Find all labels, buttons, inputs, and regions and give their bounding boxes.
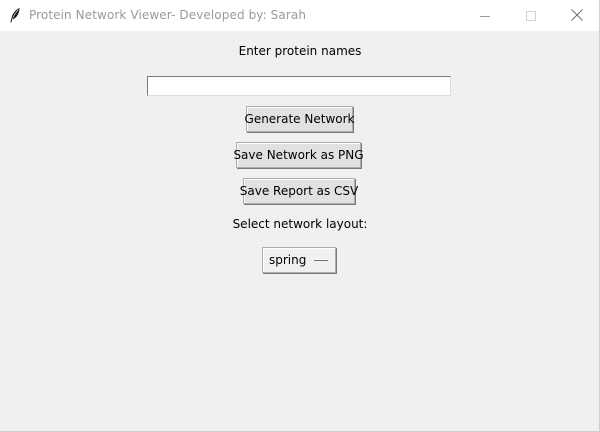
- dropdown-indicator-icon: [314, 259, 328, 261]
- layout-selected-value: spring: [269, 253, 307, 267]
- save-png-button[interactable]: Save Network as PNG: [233, 142, 364, 168]
- minimize-button[interactable]: [462, 0, 508, 31]
- close-icon: [571, 6, 583, 25]
- feather-icon: [8, 7, 22, 23]
- protein-prompt-label: Enter protein names: [238, 44, 362, 58]
- window-title: Protein Network Viewer- Developed by: Sa…: [29, 8, 307, 22]
- maximize-button[interactable]: [508, 0, 554, 31]
- generate-network-button[interactable]: Generate Network: [245, 106, 354, 132]
- app-window: Protein Network Viewer- Developed by: Sa…: [0, 0, 600, 432]
- title-bar[interactable]: Protein Network Viewer- Developed by: Sa…: [0, 0, 599, 31]
- close-button[interactable]: [554, 0, 599, 31]
- minimize-icon: [480, 6, 490, 25]
- layout-option-menu[interactable]: spring: [262, 247, 336, 273]
- layout-select-label: Select network layout:: [232, 217, 368, 231]
- save-csv-button[interactable]: Save Report as CSV: [240, 178, 358, 204]
- maximize-icon: [526, 6, 536, 25]
- main-content: Enter protein names Generate Network Sav…: [0, 31, 599, 431]
- protein-names-input[interactable]: [147, 76, 451, 96]
